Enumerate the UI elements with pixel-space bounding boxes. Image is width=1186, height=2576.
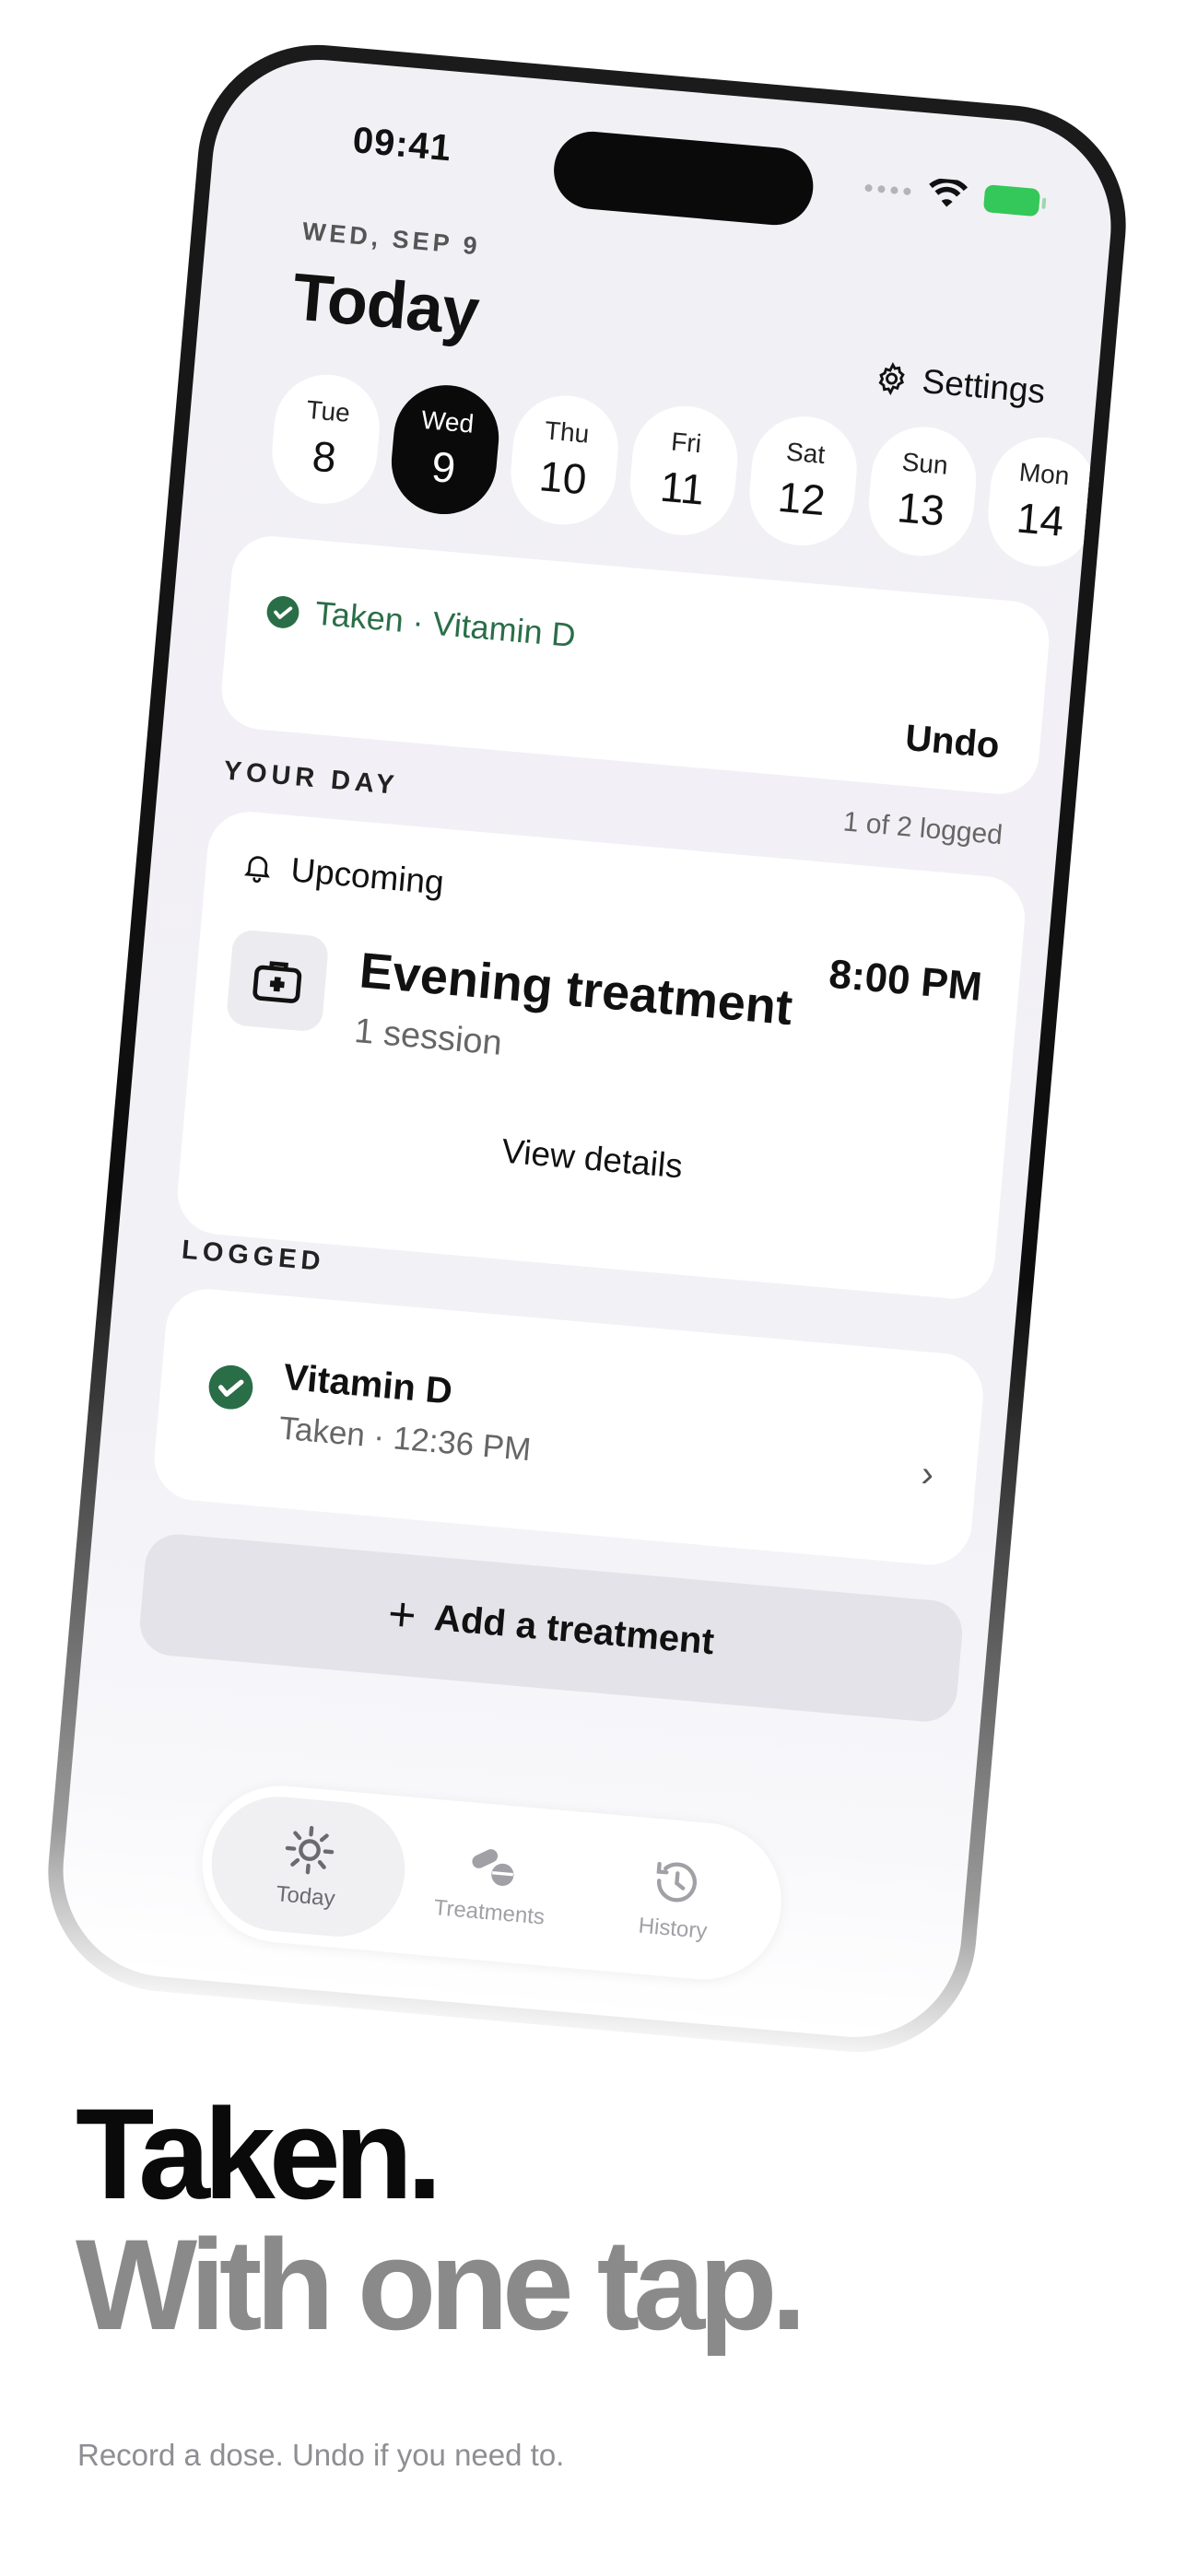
add-treatment-label: Add a treatment	[432, 1597, 716, 1662]
tab-bar: Today Treatments History	[195, 1779, 788, 1986]
day-name: Tue	[305, 394, 352, 427]
day-date: 11	[658, 462, 707, 514]
settings-label: Settings	[921, 362, 1047, 411]
status-icons	[863, 172, 1041, 218]
taken-toast: Taken · Vitamin D Undo	[217, 533, 1052, 798]
cellular-icon	[864, 183, 911, 196]
chevron-right-icon: ›	[919, 1453, 936, 1495]
upcoming-card[interactable]: Upcoming 8:00 PM Evening treatment 1 ses…	[174, 808, 1028, 1303]
day-tue[interactable]: Tue 8	[267, 370, 384, 509]
tab-label: Today	[275, 1881, 336, 1912]
headline-line-2: With one tap.	[76, 2212, 807, 2357]
add-treatment-button[interactable]: + Add a treatment	[136, 1531, 966, 1725]
tab-label: Treatments	[432, 1895, 546, 1930]
phone-frame: 09:41 WED, SEP 9 Today Settings Tue 8 We…	[38, 35, 1136, 2062]
upcoming-label: Upcoming	[288, 850, 446, 902]
toast-message: Taken · Vitamin D	[313, 593, 578, 655]
phone-mockup: 09:41 WED, SEP 9 Today Settings Tue 8 We…	[38, 35, 1136, 2062]
logged-item-detail: Taken · 12:36 PM	[277, 1410, 533, 1469]
day-wed-selected[interactable]: Wed 9	[387, 381, 503, 519]
day-name: Wed	[419, 404, 476, 439]
wifi-icon	[929, 177, 969, 207]
page-title: Today	[289, 260, 482, 350]
tab-history[interactable]: History	[573, 1823, 778, 1974]
day-thu[interactable]: Thu 10	[506, 391, 623, 530]
day-date: 8	[310, 431, 338, 482]
undo-button[interactable]: Undo	[904, 718, 1002, 767]
view-details-button[interactable]: View details	[182, 1104, 1002, 1213]
tab-today[interactable]: Today	[205, 1791, 411, 1942]
day-date: 13	[895, 483, 947, 535]
dynamic-island	[550, 128, 816, 228]
tab-treatments[interactable]: Treatments	[390, 1808, 594, 1959]
upcoming-header: Upcoming	[240, 847, 445, 903]
day-date: 10	[537, 451, 589, 504]
logged-item[interactable]: Vitamin D Taken · 12:36 PM ›	[150, 1285, 987, 1569]
day-name: Sat	[784, 437, 827, 469]
medical-kit-icon	[252, 961, 302, 1003]
day-sat[interactable]: Sat 12	[745, 412, 862, 550]
status-time: 09:41	[351, 120, 453, 170]
scheduled-time: 8:00 PM	[827, 951, 984, 1010]
check-circle-icon	[208, 1364, 253, 1410]
history-icon	[656, 1861, 697, 1903]
treatment-thumbnail	[225, 929, 330, 1033]
logged-count: 1 of 2 logged	[841, 806, 1004, 851]
bell-icon	[244, 856, 270, 884]
day-name: Fri	[670, 427, 703, 459]
day-name: Thu	[543, 416, 591, 449]
settings-button[interactable]: Settings	[873, 357, 1047, 411]
date-caption: WED, SEP 9	[300, 217, 482, 261]
plus-icon: +	[385, 1587, 419, 1644]
day-mon[interactable]: Mon 14	[983, 433, 1100, 571]
day-date: 14	[1015, 493, 1066, 545]
app-screen: 09:41 WED, SEP 9 Today Settings Tue 8 We…	[53, 51, 1121, 2046]
subline: Record a dose. Undo if you need to.	[77, 2438, 565, 2472]
sun-icon	[285, 1825, 335, 1875]
gear-icon	[878, 362, 906, 396]
day-fri[interactable]: Fri 11	[626, 402, 742, 540]
day-date: 9	[429, 442, 458, 493]
day-name: Sun	[900, 447, 949, 480]
day-date: 12	[776, 472, 828, 525]
day-name: Mon	[1017, 457, 1071, 491]
logged-item-name: Vitamin D	[281, 1356, 454, 1412]
day-sun[interactable]: Sun 13	[864, 422, 981, 561]
session-count: 1 session	[352, 1012, 504, 1063]
battery-icon	[982, 184, 1041, 217]
headline-line-1: Taken.	[76, 2081, 442, 2226]
your-day-caption: YOUR DAY	[222, 755, 400, 802]
tab-label: History	[637, 1913, 709, 1944]
check-circle-icon	[266, 596, 299, 628]
pills-icon	[472, 1849, 514, 1886]
